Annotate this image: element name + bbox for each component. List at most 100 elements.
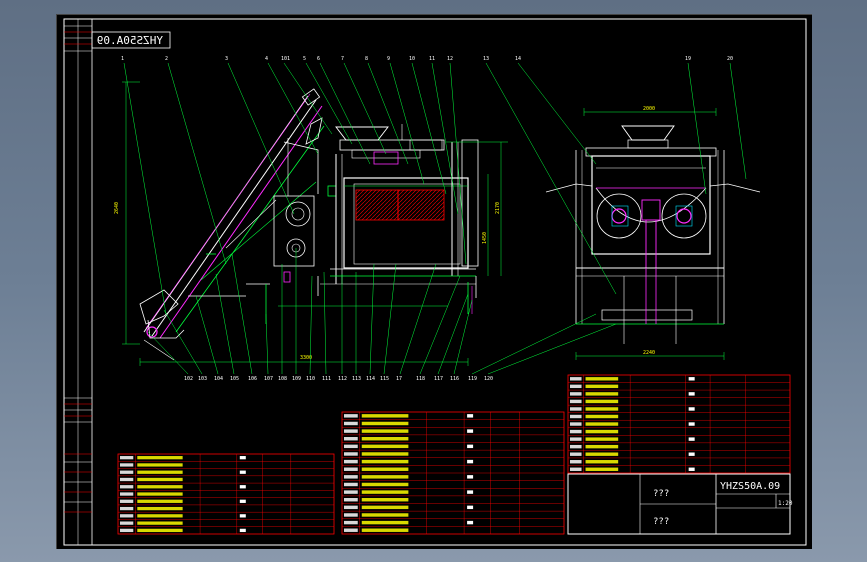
table-cell-text bbox=[585, 384, 619, 389]
table-cell-text bbox=[467, 459, 474, 464]
table-cell-text bbox=[137, 506, 183, 511]
table-cell-text bbox=[361, 467, 409, 471]
table-cell-text bbox=[137, 514, 183, 518]
table-cell-text bbox=[239, 528, 246, 533]
balloon-label: 117 bbox=[434, 376, 443, 382]
side-view bbox=[545, 125, 761, 344]
table-cell-text bbox=[570, 467, 582, 471]
table-cell-text bbox=[570, 437, 582, 441]
balloon-row-top: 1 2 3 4 101 5 6 7 8 9 10 11 12 13 14 19 20 bbox=[121, 56, 733, 62]
table-cell-text bbox=[361, 452, 409, 456]
table-cell-text bbox=[239, 485, 246, 489]
table-cell-text bbox=[344, 520, 358, 525]
balloon-label: 113 bbox=[352, 376, 361, 382]
table-cell-text bbox=[688, 422, 695, 426]
parts-list-middle bbox=[341, 411, 565, 535]
balloon-label: 115 bbox=[380, 376, 389, 382]
table-cell-text bbox=[570, 444, 582, 449]
balloon-label: 118 bbox=[416, 376, 425, 382]
table-cell-text bbox=[570, 407, 582, 411]
balloon-label: 102 bbox=[184, 376, 193, 382]
table-cell-text bbox=[137, 499, 183, 503]
table-cell-text bbox=[467, 429, 474, 433]
balloon-label: 4 bbox=[265, 56, 268, 62]
table-cell-text bbox=[585, 452, 619, 456]
title-name-1: ??? bbox=[653, 489, 669, 499]
balloon-label: 116 bbox=[450, 376, 459, 382]
balloon-label: 17 bbox=[396, 376, 402, 382]
table-cell-text bbox=[344, 414, 358, 418]
table-cell-text bbox=[344, 528, 358, 532]
table-cell-text bbox=[239, 470, 246, 474]
table-cell-text bbox=[361, 528, 409, 532]
dim-mid-h1: 2170 bbox=[495, 202, 501, 214]
table-cell-text bbox=[137, 528, 183, 533]
balloon-label: 6 bbox=[317, 56, 320, 62]
table-cell-text bbox=[361, 459, 409, 464]
balloon-label: 103 bbox=[198, 376, 207, 382]
table-cell-text bbox=[361, 414, 409, 418]
side-dimensions bbox=[575, 108, 725, 360]
balloon-label: 7 bbox=[341, 56, 344, 62]
table-cell-text bbox=[344, 429, 358, 433]
table-cell-text bbox=[467, 490, 474, 494]
dim-mid-h2: 1450 bbox=[482, 232, 488, 244]
table-cell-text bbox=[120, 514, 134, 518]
table-cell-text bbox=[361, 482, 409, 487]
balloon-label: 104 bbox=[214, 376, 223, 382]
table-cell-text bbox=[344, 421, 358, 426]
balloon-label: 12 bbox=[447, 56, 453, 62]
balloon-label: 13 bbox=[483, 56, 489, 62]
table-cell-text bbox=[361, 421, 409, 426]
table-cell-text bbox=[120, 506, 134, 511]
table-cell-text bbox=[344, 513, 358, 517]
table-cell-text bbox=[467, 505, 474, 510]
table-cell-text bbox=[585, 429, 619, 434]
balloon-label: 119 bbox=[468, 376, 477, 382]
table-cell-text bbox=[467, 520, 474, 525]
table-cell-text bbox=[361, 444, 409, 449]
balloon-label: 110 bbox=[306, 376, 315, 382]
table-cell-text bbox=[137, 492, 183, 496]
table-cell-text bbox=[120, 499, 134, 503]
table-cell-text bbox=[570, 392, 582, 396]
table-cell-text bbox=[585, 414, 619, 419]
balloon-label: 120 bbox=[484, 376, 493, 382]
table-cell-text bbox=[120, 463, 134, 467]
table-cell-text bbox=[137, 477, 183, 482]
table-cell-text bbox=[688, 467, 695, 471]
table-cell-text bbox=[137, 463, 183, 467]
table-cell-text bbox=[239, 456, 246, 460]
table-cell-text bbox=[344, 459, 358, 464]
table-cell-text bbox=[120, 492, 134, 496]
table-cell-text bbox=[361, 475, 409, 479]
balloon-label: 5 bbox=[303, 56, 306, 62]
balloon-label: 8 bbox=[365, 56, 368, 62]
table-cell-text bbox=[137, 485, 183, 489]
table-cell-text bbox=[137, 521, 183, 525]
balloon-label: 111 bbox=[322, 376, 331, 382]
title-block: ??? ??? YHZS50A.09 1:20 bbox=[567, 473, 793, 535]
table-cell-text bbox=[585, 422, 619, 426]
table-cell-text bbox=[585, 437, 619, 441]
balloon-row-bottom: 102 103 104 105 106 107 108 109 110 111 112 113 114 1… bbox=[184, 376, 493, 382]
table-cell-text bbox=[570, 384, 582, 389]
balloon-label: 14 bbox=[515, 56, 521, 62]
table-cell-text bbox=[344, 444, 358, 449]
table-cell-text bbox=[344, 482, 358, 487]
balloon-label: 10 bbox=[409, 56, 415, 62]
balloon-label: 106 bbox=[248, 376, 257, 382]
balloon-label: 114 bbox=[366, 376, 375, 382]
table-cell-text bbox=[585, 444, 619, 449]
table-cell-text bbox=[239, 514, 246, 518]
dim-front-height: 2640 bbox=[114, 202, 120, 214]
table-cell-text bbox=[120, 528, 134, 533]
table-cell-text bbox=[344, 505, 358, 510]
balloon-label: 11 bbox=[429, 56, 435, 62]
table-cell-text bbox=[570, 414, 582, 419]
table-cell-text bbox=[120, 470, 134, 474]
table-cell-text bbox=[120, 456, 134, 460]
table-cell-text bbox=[570, 399, 582, 404]
table-cell-text bbox=[344, 467, 358, 471]
table-cell-text bbox=[688, 407, 695, 411]
